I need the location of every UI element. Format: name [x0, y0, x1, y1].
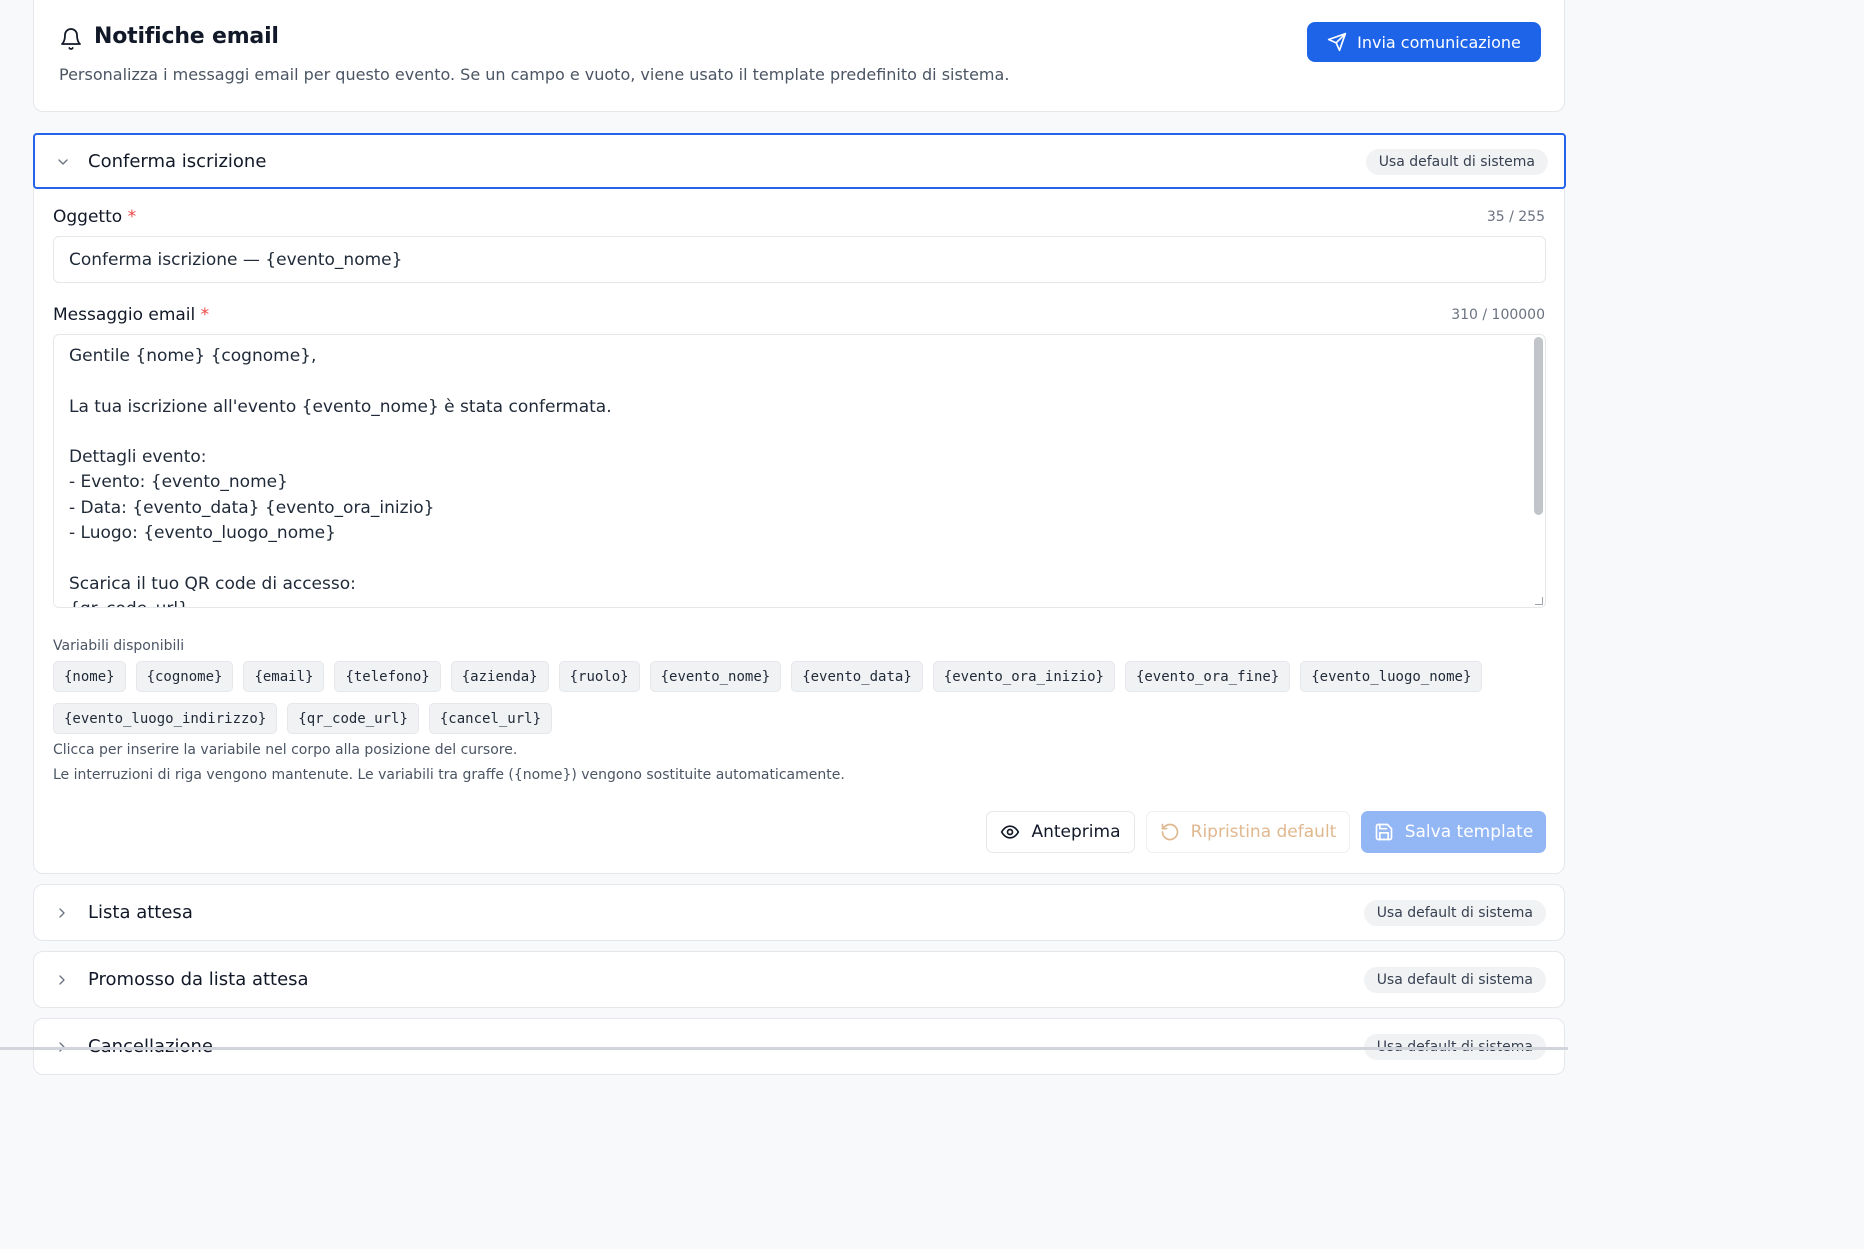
- variables-hint: Clicca per inserire la variabile nel cor…: [53, 742, 518, 758]
- message-textarea-content[interactable]: Gentile {nome} {cognome}, La tua iscrizi…: [69, 344, 1525, 607]
- save-template-button[interactable]: Salva template: [1361, 811, 1546, 853]
- viewport-bottom-edge: [0, 1047, 1568, 1050]
- line-break-hint: Le interruzioni di riga vengono mantenut…: [53, 767, 845, 783]
- message-counter: 310 / 100000: [1451, 307, 1545, 323]
- variable-chip[interactable]: {email}: [243, 661, 325, 692]
- preview-label: Anteprima: [1031, 822, 1121, 842]
- send-communication-button[interactable]: Invia comunicazione: [1307, 22, 1541, 62]
- section-title: Lista attesa: [88, 902, 193, 923]
- message-textarea[interactable]: Gentile {nome} {cognome}, La tua iscrizi…: [53, 334, 1546, 608]
- page-subtitle: Personalizza i messaggi email per questo…: [59, 65, 1010, 84]
- reset-default-button[interactable]: Ripristina default: [1146, 811, 1350, 853]
- variable-chip[interactable]: {evento_ora_inizio}: [932, 661, 1115, 692]
- save-icon: [1375, 823, 1393, 841]
- variable-chip[interactable]: {telefono}: [334, 661, 441, 692]
- variable-chip[interactable]: {cognome}: [135, 661, 234, 692]
- section-title: Conferma iscrizione: [88, 151, 267, 172]
- chevron-right-icon: [59, 908, 65, 918]
- section-header-conferma-iscrizione[interactable]: Conferma iscrizione Usa default di siste…: [33, 133, 1566, 189]
- variable-chip[interactable]: {evento_luogo_nome}: [1300, 661, 1483, 692]
- status-badge: Usa default di sistema: [1365, 149, 1548, 175]
- variable-chip[interactable]: {cancel_url}: [428, 703, 553, 734]
- notifications-header-card: Notifiche email Personalizza i messaggi …: [33, 0, 1565, 112]
- message-label: Messaggio email *: [53, 305, 209, 325]
- variable-chip[interactable]: {evento_ora_fine}: [1124, 661, 1291, 692]
- variable-chip[interactable]: {evento_luogo_indirizzo}: [53, 703, 278, 734]
- section-lista-attesa[interactable]: Lista attesa Usa default di sistema: [33, 884, 1565, 941]
- variable-chip[interactable]: {evento_nome}: [649, 661, 782, 692]
- required-mark: *: [127, 207, 137, 227]
- chevron-right-icon: [59, 975, 65, 985]
- page-title: Notifiche email: [94, 24, 279, 49]
- subject-label: Oggetto *: [53, 207, 136, 227]
- subject-label-text: Oggetto: [53, 207, 123, 227]
- rotate-ccw-icon: [1161, 823, 1178, 841]
- variable-chip[interactable]: {nome}: [53, 661, 126, 692]
- send-communication-label: Invia comunicazione: [1357, 32, 1521, 52]
- status-badge: Usa default di sistema: [1363, 900, 1546, 926]
- required-mark: *: [200, 305, 210, 325]
- variables-label: Variabili disponibili: [53, 638, 185, 654]
- status-badge: Usa default di sistema: [1363, 967, 1546, 993]
- section-promosso-lista-attesa[interactable]: Promosso da lista attesa Usa default di …: [33, 951, 1565, 1008]
- reset-default-label: Ripristina default: [1190, 822, 1337, 842]
- bell-icon: [61, 28, 81, 50]
- save-template-label: Salva template: [1404, 822, 1534, 842]
- preview-button[interactable]: Anteprima: [986, 811, 1135, 853]
- section-conferma-iscrizione: Conferma iscrizione Usa default di siste…: [33, 133, 1566, 874]
- send-icon: [1327, 32, 1347, 52]
- textarea-scrollbar[interactable]: [1534, 337, 1543, 515]
- variable-chip[interactable]: {evento_data}: [791, 661, 923, 692]
- chevron-down-icon: [58, 159, 68, 165]
- section-title: Promosso da lista attesa: [88, 969, 309, 990]
- subject-input[interactable]: [53, 236, 1546, 283]
- variable-chip[interactable]: {azienda}: [450, 661, 549, 692]
- variables-list: {nome} {cognome} {email} {telefono} {azi…: [53, 661, 1533, 734]
- variable-chip[interactable]: {qr_code_url}: [287, 703, 419, 734]
- eye-icon: [1001, 825, 1020, 839]
- variable-chip[interactable]: {ruolo}: [558, 661, 640, 692]
- subject-counter: 35 / 255: [1486, 209, 1545, 225]
- textarea-resize-handle[interactable]: [1535, 597, 1543, 605]
- message-label-text: Messaggio email: [53, 305, 196, 325]
